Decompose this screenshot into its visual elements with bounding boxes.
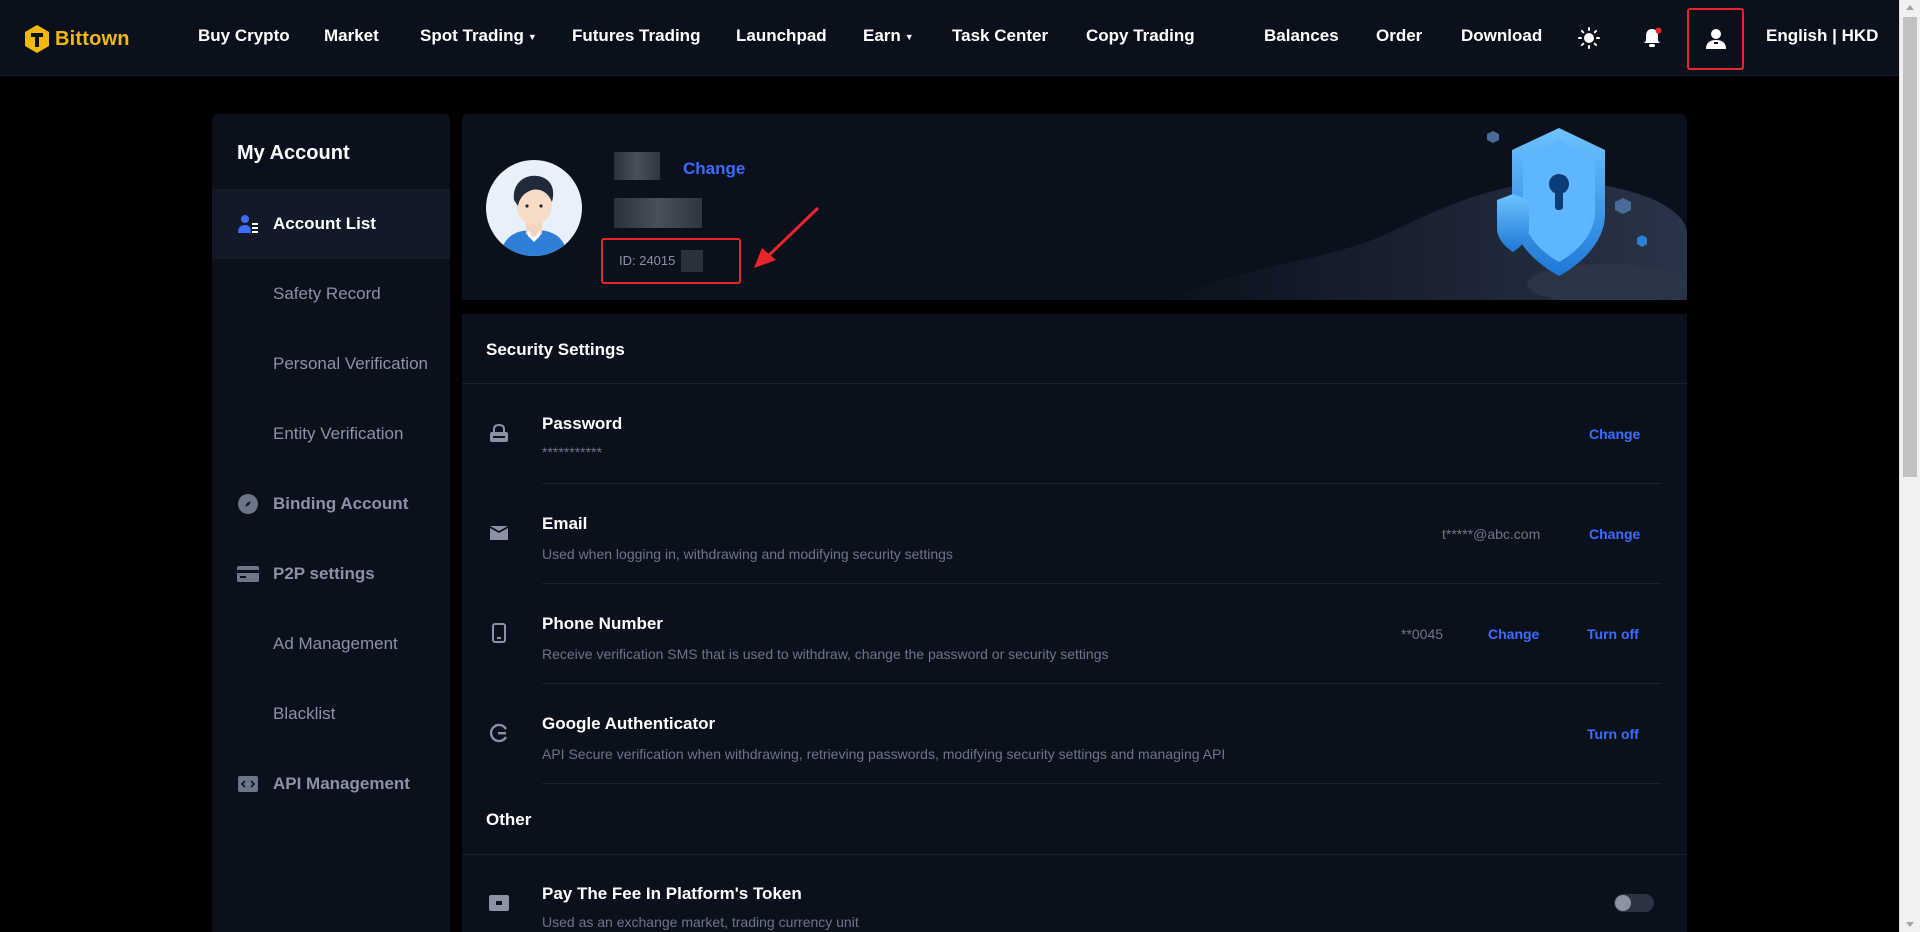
google-authenticator-title: Google Authenticator — [542, 714, 716, 733]
sidebar-item-entity-verification[interactable]: Entity Verification — [212, 399, 450, 469]
other-section-title: Other — [486, 810, 532, 829]
token-wallet-icon — [488, 892, 510, 914]
password-title: Password — [542, 414, 623, 433]
google-authenticator-icon — [488, 722, 510, 744]
scroll-up-arrow-icon[interactable] — [1906, 5, 1914, 10]
email-description: Used when logging in, withdrawing and mo… — [542, 546, 953, 562]
nav-buy-crypto[interactable]: Buy Crypto — [198, 26, 290, 46]
email-envelope-icon — [488, 522, 510, 544]
nav-order[interactable]: Order — [1376, 26, 1422, 46]
sidebar-item-api-management[interactable]: API Management — [212, 749, 450, 819]
password-masked-value: *********** — [542, 444, 602, 460]
phone-icon — [488, 622, 510, 644]
security-row-phone: Phone Number Receive verification SMS th… — [462, 584, 1687, 684]
security-row-google-authenticator: Google Authenticator API Secure verifica… — [462, 684, 1687, 784]
account-sidebar: My Account Account List Safety Record Pe… — [212, 114, 450, 932]
brand-logo[interactable]: Bittown — [24, 24, 130, 54]
top-navigation: Bittown Buy Crypto Market Spot Trading ▼ … — [0, 0, 1899, 76]
sidebar-item-binding-account[interactable]: Binding Account — [212, 469, 450, 539]
security-row-email: Email Used when logging in, withdrawing … — [462, 484, 1687, 584]
nickname-redacted — [614, 152, 660, 180]
user-account-button[interactable] — [1687, 8, 1744, 70]
turn-off-phone-link[interactable]: Turn off — [1587, 626, 1639, 642]
security-settings-title: Security Settings — [486, 340, 625, 359]
change-phone-link[interactable]: Change — [1488, 626, 1539, 642]
security-settings-card: Security Settings Password *********** C… — [462, 314, 1687, 932]
sidebar-item-label: Safety Record — [273, 284, 381, 303]
change-nickname-link[interactable]: Change — [683, 159, 745, 179]
caret-down-icon: ▼ — [904, 31, 914, 42]
phone-masked-value: **0045 — [1401, 626, 1444, 642]
compass-icon — [237, 493, 259, 515]
sidebar-item-label: Ad Management — [273, 634, 398, 653]
code-icon — [237, 773, 259, 795]
security-row-password: Password *********** Change — [462, 384, 1687, 484]
pay-fee-token-description: Used as an exchange market, trading curr… — [542, 914, 859, 930]
email-title: Email — [542, 514, 588, 533]
profile-card: Change ID: 24015 — [462, 114, 1687, 300]
user-id-text: ID: 24015 — [619, 253, 676, 268]
phone-title: Phone Number — [542, 614, 663, 633]
turn-off-google-authenticator-link[interactable]: Turn off — [1587, 726, 1639, 742]
caret-down-icon: ▼ — [527, 31, 537, 42]
nav-spot-trading-label: Spot Trading — [420, 26, 524, 45]
sidebar-item-label: Blacklist — [273, 704, 336, 723]
pay-fee-token-title: Pay The Fee In Platform's Token — [542, 884, 802, 903]
change-password-link[interactable]: Change — [1589, 426, 1640, 442]
nav-balances[interactable]: Balances — [1264, 26, 1339, 46]
sidebar-item-label: P2P settings — [273, 564, 375, 583]
user-list-icon — [237, 213, 259, 235]
nav-task-center[interactable]: Task Center — [952, 26, 1048, 46]
red-arrow-icon — [754, 206, 820, 268]
sidebar-item-blacklist[interactable]: Blacklist — [212, 679, 450, 749]
nav-market[interactable]: Market — [324, 26, 379, 46]
username-redacted — [614, 198, 702, 228]
sidebar-item-label: Account List — [273, 214, 376, 233]
nav-earn-label: Earn — [863, 26, 901, 45]
avatar[interactable] — [486, 160, 582, 256]
logo-icon — [25, 25, 49, 53]
sidebar-item-label: API Management — [273, 774, 410, 793]
email-masked-value: t*****@abc.com — [1442, 526, 1541, 542]
user-id-redacted — [681, 250, 703, 272]
nav-copy-trading[interactable]: Copy Trading — [1086, 26, 1195, 46]
sidebar-item-personal-verification[interactable]: Personal Verification — [212, 329, 450, 399]
scroll-thumb[interactable] — [1903, 17, 1917, 477]
change-email-link[interactable]: Change — [1589, 526, 1640, 542]
brand-name: Bittown — [55, 27, 130, 50]
sidebar-item-ad-management[interactable]: Ad Management — [212, 609, 450, 679]
password-lock-icon — [488, 422, 510, 444]
other-row-pay-fee-token: Pay The Fee In Platform's Token Used as … — [462, 854, 1687, 932]
sidebar-item-safety-record[interactable]: Safety Record — [212, 259, 450, 329]
sidebar-item-label: Binding Account — [273, 494, 409, 513]
nav-spot-trading[interactable]: Spot Trading ▼ — [420, 26, 537, 46]
row-divider — [542, 783, 1662, 784]
sidebar-item-label: Entity Verification — [273, 424, 404, 443]
sidebar-item-p2p-settings[interactable]: P2P settings — [212, 539, 450, 609]
nav-earn[interactable]: Earn ▼ — [863, 26, 914, 46]
page-scrollbar[interactable] — [1899, 0, 1920, 932]
phone-description: Receive verification SMS that is used to… — [542, 646, 1109, 662]
scroll-down-arrow-icon[interactable] — [1906, 922, 1914, 927]
user-id-highlight: ID: 24015 — [601, 238, 741, 284]
nav-futures-trading[interactable]: Futures Trading — [572, 26, 700, 46]
language-currency-selector[interactable]: English | HKD — [1766, 26, 1878, 46]
nav-launchpad[interactable]: Launchpad — [736, 26, 827, 46]
google-authenticator-description: API Secure verification when withdrawing… — [542, 746, 1226, 762]
notification-bell-icon[interactable] — [1638, 24, 1666, 52]
user-icon — [1705, 29, 1726, 49]
sidebar-title: My Account — [237, 142, 350, 164]
sidebar-item-label: Personal Verification — [273, 354, 428, 373]
card-icon — [237, 563, 259, 585]
theme-toggle-sun-icon[interactable] — [1575, 24, 1603, 52]
toggle-knob — [1615, 895, 1631, 911]
security-shield-banner — [1167, 128, 1687, 300]
pay-fee-token-toggle[interactable] — [1614, 894, 1654, 912]
nav-download[interactable]: Download — [1461, 26, 1542, 46]
sidebar-item-account-list[interactable]: Account List — [212, 189, 450, 259]
